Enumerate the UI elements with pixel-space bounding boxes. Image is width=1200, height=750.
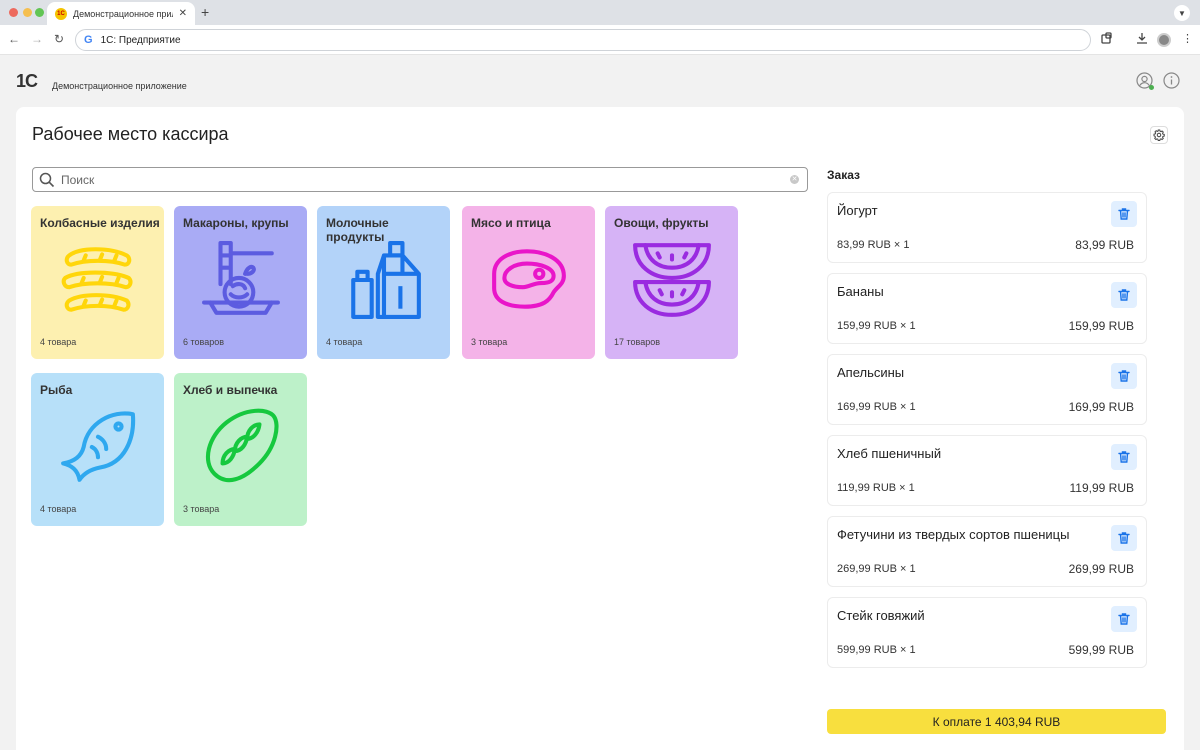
address-text[interactable]: 1С: Предприятие xyxy=(101,35,181,46)
milk-icon xyxy=(351,241,421,319)
delete-item-button[interactable] xyxy=(1111,606,1137,632)
new-tab-icon[interactable]: + xyxy=(201,4,209,20)
order-item-price-qty: 169,99 RUB × 1 xyxy=(837,401,916,413)
category-count: 4 товара xyxy=(40,337,77,347)
order-item-sum: 119,99 RUB xyxy=(1069,481,1134,495)
order-item-name: Апельсины xyxy=(837,365,905,380)
window-close-dot[interactable] xyxy=(9,8,18,17)
category-tile-fish[interactable]: Рыба 4 товара xyxy=(31,373,164,526)
tab-list-chevron-icon[interactable]: ▼ xyxy=(1174,5,1190,21)
app-logo: 1С xyxy=(16,71,38,91)
delete-item-button[interactable] xyxy=(1111,282,1137,308)
category-count: 3 товара xyxy=(471,337,508,347)
search-box[interactable]: ✕ xyxy=(32,167,808,192)
clear-search-icon[interactable]: ✕ xyxy=(790,175,799,184)
order-item-price-qty: 159,99 RUB × 1 xyxy=(837,320,916,332)
search-input[interactable] xyxy=(61,172,784,187)
delete-item-button[interactable] xyxy=(1111,363,1137,389)
order-item-sum: 83,99 RUB xyxy=(1075,238,1134,252)
back-arrow-icon[interactable]: ← xyxy=(8,31,20,47)
online-status-dot xyxy=(1149,85,1154,90)
trash-icon xyxy=(1118,532,1130,544)
window-minimize-dot[interactable] xyxy=(23,8,32,17)
google-icon: G xyxy=(84,34,93,46)
order-item[interactable]: Стейк говяжий 599,99 RUB × 1 599,99 RUB xyxy=(827,597,1147,668)
delete-item-button[interactable] xyxy=(1111,201,1137,227)
category-tile-bread[interactable]: Хлеб и выпечка 3 товара xyxy=(174,373,307,526)
order-item-name: Хлеб пшеничный xyxy=(837,446,942,461)
watermelon-icon xyxy=(633,243,711,317)
category-tile-meat[interactable]: Мясо и птица 3 товара xyxy=(462,206,595,359)
tab-title: Демонстрационное прилож xyxy=(73,8,173,19)
address-bar[interactable]: G 1С: Предприятие xyxy=(75,29,1091,51)
category-name: Овощи, фрукты xyxy=(614,216,709,230)
trash-icon xyxy=(1118,613,1130,625)
category-count: 17 товаров xyxy=(614,337,661,347)
category-count: 4 товара xyxy=(40,504,77,514)
cashier-panel: Рабочее место кассира ✕ Колбасные издели… xyxy=(16,107,1184,750)
info-icon[interactable] xyxy=(1163,72,1180,89)
order-item-price-qty: 269,99 RUB × 1 xyxy=(837,563,916,575)
window-zoom-dot[interactable] xyxy=(35,8,44,17)
category-name: Макароны, крупы xyxy=(183,216,289,230)
gear-icon xyxy=(1153,129,1165,141)
category-tile-dairy[interactable]: Молочные продукты 4 товара xyxy=(317,206,450,359)
category-count: 4 товара xyxy=(326,337,363,347)
pasta-icon xyxy=(202,241,280,315)
trash-icon xyxy=(1118,451,1130,463)
order-item-price-qty: 119,99 RUB × 1 xyxy=(837,482,915,494)
order-item[interactable]: Хлеб пшеничный 119,99 RUB × 1 119,99 RUB xyxy=(827,435,1147,506)
category-name: Колбасные изделия xyxy=(40,216,160,230)
extensions-icon[interactable] xyxy=(1101,32,1113,47)
order-item-sum: 269,99 RUB xyxy=(1068,562,1134,576)
search-icon xyxy=(39,172,55,187)
fish-icon xyxy=(61,411,136,482)
order-item[interactable]: Фетучини из твердых сортов пшеницы 269,9… xyxy=(827,516,1147,587)
delete-item-button[interactable] xyxy=(1111,525,1137,551)
favicon-icon: 1С xyxy=(55,7,67,20)
order-item-sum: 159,99 RUB xyxy=(1068,319,1134,333)
category-tile-sausages[interactable]: Колбасные изделия 4 товара xyxy=(31,206,164,359)
order-item-name: Бананы xyxy=(837,284,884,299)
order-item-price-qty: 83,99 RUB × 1 xyxy=(837,239,910,251)
sausage-icon xyxy=(61,247,133,312)
order-item-name: Йогурт xyxy=(837,203,878,218)
order-item-name: Стейк говяжий xyxy=(837,608,925,623)
browser-tab[interactable]: 1С Демонстрационное прилож ✕ xyxy=(47,2,195,25)
category-tile-pasta[interactable]: Макароны, крупы 6 товаров xyxy=(174,206,307,359)
profile-avatar[interactable] xyxy=(1157,33,1171,47)
category-name: Хлеб и выпечка xyxy=(183,383,278,397)
download-icon[interactable] xyxy=(1136,32,1148,47)
category-count: 3 товара xyxy=(183,504,220,514)
browser-menu-icon[interactable]: ⋮ xyxy=(1182,32,1193,45)
category-tile-vegetables[interactable]: Овощи, фрукты 17 товаров xyxy=(605,206,738,359)
tab-close-icon[interactable]: ✕ xyxy=(179,8,187,19)
category-count: 6 товаров xyxy=(183,337,225,347)
order-item-sum: 169,99 RUB xyxy=(1068,400,1134,414)
trash-icon xyxy=(1118,370,1130,382)
order-item-name: Фетучини из твердых сортов пшеницы xyxy=(837,527,1070,542)
app-title: Демонстрационное приложение xyxy=(52,81,187,91)
delete-item-button[interactable] xyxy=(1111,444,1137,470)
steak-icon xyxy=(492,249,566,309)
pay-button[interactable]: К оплате 1 403,94 RUB xyxy=(827,709,1166,734)
category-name: Мясо и птица xyxy=(471,216,551,230)
order-item-price-qty: 599,99 RUB × 1 xyxy=(837,644,916,656)
bread-icon xyxy=(205,408,279,483)
forward-arrow-icon[interactable]: → xyxy=(31,31,43,47)
trash-icon xyxy=(1118,289,1130,301)
browser-navbar: ← → ↻ G 1С: Предприятие ⋮ xyxy=(0,25,1200,55)
order-title: Заказ xyxy=(827,168,860,182)
page-title: Рабочее место кассира xyxy=(32,124,229,144)
reload-icon[interactable]: ↻ xyxy=(54,31,64,47)
order-item-sum: 599,99 RUB xyxy=(1068,643,1134,657)
browser-tabbar: 1С Демонстрационное прилож ✕ + ▼ xyxy=(0,0,1200,25)
order-item[interactable]: Йогурт 83,99 RUB × 1 83,99 RUB xyxy=(827,192,1147,263)
trash-icon xyxy=(1118,208,1130,220)
category-name: Рыба xyxy=(40,383,73,397)
order-item[interactable]: Апельсины 169,99 RUB × 1 169,99 RUB xyxy=(827,354,1147,425)
order-item[interactable]: Бананы 159,99 RUB × 1 159,99 RUB xyxy=(827,273,1147,344)
settings-button[interactable] xyxy=(1150,126,1168,144)
